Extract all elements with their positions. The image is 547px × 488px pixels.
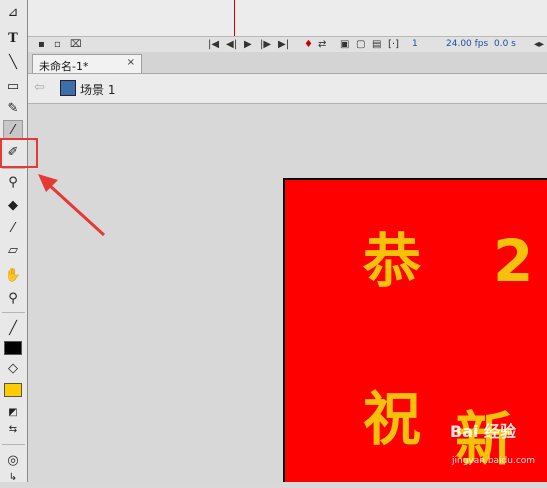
text-tool-icon[interactable]: T bbox=[3, 28, 23, 48]
close-tab-icon[interactable]: × bbox=[127, 57, 135, 68]
last-frame-icon[interactable]: ▶| bbox=[278, 40, 289, 50]
next-frame-icon[interactable]: |▶ bbox=[260, 40, 271, 50]
subselection-tool-icon[interactable]: ⊿ bbox=[3, 2, 23, 22]
rectangle-tool-icon[interactable]: ▭ bbox=[3, 76, 23, 96]
line-tool-icon[interactable]: ╲ bbox=[3, 52, 23, 72]
new-folder-icon[interactable]: ▫ bbox=[54, 40, 61, 50]
tools-separator bbox=[2, 444, 25, 445]
zoom-tool-icon[interactable]: ⚲ bbox=[3, 288, 23, 308]
fill-color-swatch[interactable] bbox=[4, 383, 22, 397]
snap-to-objects-icon[interactable]: ◎ bbox=[3, 450, 23, 470]
timeline-panel: ▪ ▫ ⌧ |◀ ◀| ▶ |▶ ▶| ♦ ⇄ ▣ ▢ ▤ [·] 1 24.0… bbox=[28, 0, 547, 54]
elapsed-time: 0.0 s bbox=[494, 39, 516, 49]
play-icon[interactable]: ▶ bbox=[244, 40, 252, 50]
bone-tool-icon[interactable]: ⚲ bbox=[3, 172, 23, 192]
fill-color-bucket-icon: ◇ bbox=[8, 360, 18, 376]
eraser-icon[interactable]: ▱ bbox=[3, 240, 23, 260]
stage-character: 祝 bbox=[363, 385, 422, 453]
new-layer-icon[interactable]: ▪ bbox=[38, 40, 45, 50]
edit-multiple-icon[interactable]: ▤ bbox=[372, 40, 381, 50]
document-tab[interactable]: 未命名-1* × bbox=[32, 54, 142, 73]
stage-character: 2 bbox=[493, 227, 534, 295]
modify-markers-icon[interactable]: [·] bbox=[388, 40, 399, 50]
playhead[interactable] bbox=[234, 0, 235, 36]
onion-skin-icon[interactable]: ▣ bbox=[340, 40, 349, 50]
document-tab-title: 未命名-1* bbox=[39, 60, 89, 73]
tool-highlight-box bbox=[0, 138, 38, 168]
scene-label[interactable]: 场景 1 bbox=[80, 81, 115, 98]
brush-tool-icon[interactable]: ⁄ bbox=[3, 120, 23, 140]
watermark-logo: Bai 经验 bbox=[450, 422, 517, 441]
onion-outline-icon[interactable]: ▢ bbox=[356, 40, 365, 50]
scroll-to-playhead-icon[interactable]: ◂▸ bbox=[534, 40, 544, 50]
paint-bucket-icon[interactable]: ◆ bbox=[3, 195, 23, 215]
eyedropper-icon[interactable]: ⁄ bbox=[3, 218, 23, 238]
scene-clapper-icon bbox=[60, 80, 76, 96]
watermark-url: jingyan.baidu.com bbox=[452, 456, 536, 466]
frame-rate[interactable]: 24.00 fps bbox=[446, 39, 488, 49]
tools-panel: ⊿ T ╲ ▭ ✎ ⁄ ✐ ⚲ ◆ ⁄ ▱ ✋ ⚲ ╱ ◇ ◩ ⇆ ◎ ↳ bbox=[0, 0, 28, 483]
center-frame-icon[interactable]: ♦ bbox=[304, 40, 313, 50]
current-frame[interactable]: 1 bbox=[412, 39, 418, 49]
stage-character: 恭 bbox=[363, 227, 422, 295]
stroke-color-swatch[interactable] bbox=[4, 341, 22, 355]
prev-frame-icon[interactable]: ◀| bbox=[226, 40, 237, 50]
tools-separator bbox=[2, 312, 25, 313]
loop-icon[interactable]: ⇄ bbox=[318, 40, 326, 50]
document-tab-bar: 未命名-1* × bbox=[28, 52, 547, 74]
delete-layer-icon[interactable]: ⌧ bbox=[70, 40, 82, 50]
pencil-tool-icon[interactable]: ✎ bbox=[3, 98, 23, 118]
tools-separator bbox=[2, 168, 25, 169]
edit-bar: ⇦ 场景 1 bbox=[28, 74, 547, 104]
first-frame-icon[interactable]: |◀ bbox=[208, 40, 219, 50]
hand-tool-icon[interactable]: ✋ bbox=[3, 265, 23, 285]
smooth-icon[interactable]: ↳ bbox=[3, 468, 23, 488]
stroke-color-pencil-icon: ╱ bbox=[9, 320, 17, 336]
back-arrow-icon[interactable]: ⇦ bbox=[34, 80, 45, 95]
swap-colors-icon[interactable]: ⇆ bbox=[3, 420, 23, 440]
